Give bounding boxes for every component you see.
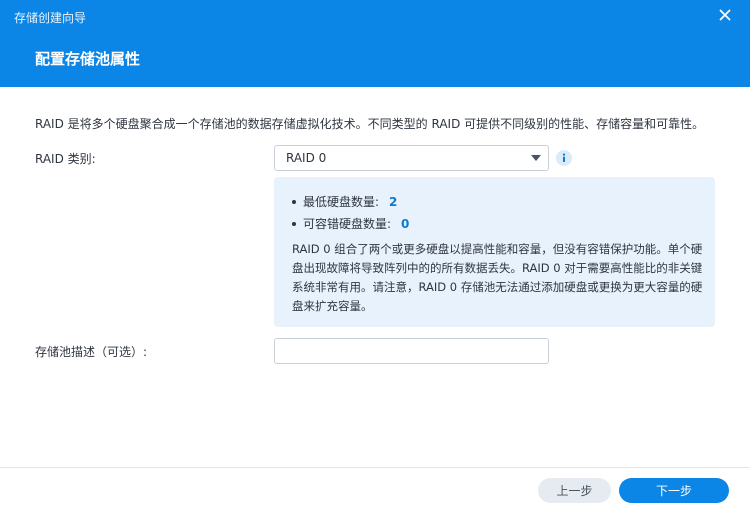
pool-description-label: 存储池描述（可选）: <box>35 345 148 359</box>
next-button[interactable]: 下一步 <box>619 478 729 503</box>
bullet-icon <box>292 221 296 226</box>
raid-info-box: 最低硬盘数量: 2 可容错硬盘数量: 0 RAID 0 组合了两个或更多硬盘以提高性… <box>274 177 715 327</box>
pool-description-input[interactable] <box>274 338 549 364</box>
window-title: 存储创建向导 <box>14 11 87 25</box>
close-icon <box>715 5 735 25</box>
fault-tolerance-row: 可容错硬盘数量: 0 <box>292 215 409 232</box>
raid-type-selected-value: RAID 0 <box>286 151 327 165</box>
back-button[interactable]: 上一步 <box>538 478 611 503</box>
raid-description: RAID 是将多个硬盘聚合成一个存储池的数据存储虚拟化技术。不同类型的 RAID… <box>35 117 705 131</box>
wizard-header: 存储创建向导 配置存储池属性 <box>0 0 750 87</box>
chevron-down-icon <box>531 155 541 161</box>
fault-tolerance-label: 可容错硬盘数量: <box>303 217 392 231</box>
bullet-icon <box>292 199 296 204</box>
footer-divider <box>0 467 750 468</box>
page-title: 配置存储池属性 <box>35 50 141 68</box>
raid-info-paragraph: RAID 0 组合了两个或更多硬盘以提高性能和容量，但没有容错保护功能。单个硬盘… <box>292 242 703 313</box>
close-button[interactable] <box>715 5 735 25</box>
min-disks-label: 最低硬盘数量: <box>303 195 380 209</box>
min-disks-row: 最低硬盘数量: 2 <box>292 193 397 210</box>
fault-tolerance-value: 0 <box>401 217 410 231</box>
raid-type-label: RAID 类别: <box>35 152 96 166</box>
min-disks-value: 2 <box>389 195 398 209</box>
info-icon[interactable] <box>556 150 572 166</box>
raid-type-select[interactable]: RAID 0 <box>274 145 549 171</box>
